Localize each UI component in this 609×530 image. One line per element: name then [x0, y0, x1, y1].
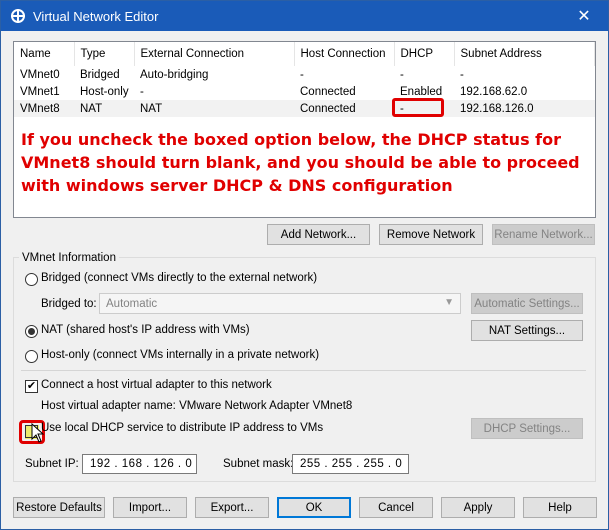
automatic-settings-button[interactable]: Automatic Settings...	[471, 293, 583, 314]
connect-adapter-checkbox[interactable]: ✔	[25, 380, 38, 393]
table-row-selected[interactable]: VMnet8 NAT NAT Connected - 192.168.126.0	[14, 100, 595, 117]
cell-name: VMnet8	[14, 100, 74, 117]
column-header-name[interactable]: Name	[14, 42, 75, 66]
column-header-type[interactable]: Type	[74, 42, 135, 66]
cell-name: VMnet0	[20, 68, 60, 81]
annotation-text: If you uncheck the boxed option below, t…	[21, 130, 580, 195]
import-button[interactable]: Import...	[113, 497, 187, 518]
restore-defaults-button[interactable]: Restore Defaults	[13, 497, 105, 518]
cell-dhcp: -	[400, 68, 404, 81]
add-network-button[interactable]: Add Network...	[267, 224, 370, 245]
table-row[interactable]: VMnet1 Host-only - Connected Enabled 192…	[14, 83, 595, 100]
network-globe-icon	[11, 9, 25, 23]
virtual-network-editor-window: Virtual Network Editor ✕ Name Type Exter…	[0, 0, 609, 530]
host-only-radio[interactable]	[25, 350, 38, 363]
cell-host-connection: -	[300, 68, 304, 81]
ok-button[interactable]: OK	[277, 497, 351, 518]
vmnet-information-legend: VMnet Information	[19, 252, 119, 264]
host-only-label[interactable]: Host-only (connect VMs internally in a p…	[41, 349, 319, 361]
bridged-to-value: Automatic	[106, 297, 158, 310]
network-table: Name Type External Connection Host Conne…	[14, 42, 595, 117]
cell-external-connection: Auto-bridging	[140, 68, 209, 81]
cell-subnet-address: -	[460, 68, 464, 81]
cell-type: Host-only	[80, 85, 129, 98]
adapter-name-label: Host virtual adapter name: VMware Networ…	[41, 400, 353, 412]
apply-button[interactable]: Apply	[441, 497, 515, 518]
remove-network-button[interactable]: Remove Network	[379, 224, 483, 245]
use-local-dhcp-label[interactable]: Use local DHCP service to distribute IP …	[41, 422, 323, 434]
nat-settings-button[interactable]: NAT Settings...	[471, 320, 583, 341]
window-title: Virtual Network Editor	[33, 8, 159, 24]
nat-radio[interactable]	[25, 325, 38, 338]
subnet-ip-input[interactable]: 192 . 168 . 126 . 0	[82, 454, 197, 474]
column-header-subnet-address[interactable]: Subnet Address	[454, 42, 595, 66]
export-button[interactable]: Export...	[195, 497, 269, 518]
bridged-radio[interactable]	[25, 273, 38, 286]
dhcp-highlight-box	[392, 98, 444, 117]
cell-host-connection: Connected	[294, 100, 394, 117]
nat-label[interactable]: NAT (shared host's IP address with VMs)	[41, 324, 250, 336]
subnet-mask-input[interactable]: 255 . 255 . 255 . 0	[292, 454, 409, 474]
column-header-host-connection[interactable]: Host Connection	[294, 42, 395, 66]
cell-type: NAT	[74, 100, 134, 117]
subnet-mask-label: Subnet mask:	[223, 458, 294, 470]
cell-type: Bridged	[80, 68, 120, 81]
bridged-to-label: Bridged to:	[41, 298, 97, 310]
column-header-external-connection[interactable]: External Connection	[134, 42, 295, 66]
close-button[interactable]: ✕	[564, 1, 604, 31]
bridged-to-select[interactable]: Automatic ▼	[99, 293, 461, 314]
title-bar[interactable]: Virtual Network Editor ✕	[1, 1, 608, 31]
bridged-label[interactable]: Bridged (connect VMs directly to the ext…	[41, 272, 317, 284]
cancel-button[interactable]: Cancel	[359, 497, 433, 518]
cell-subnet-address: 192.168.126.0	[454, 100, 595, 117]
rename-network-button[interactable]: Rename Network...	[492, 224, 595, 245]
connect-adapter-label[interactable]: Connect a host virtual adapter to this n…	[41, 379, 272, 391]
column-header-dhcp[interactable]: DHCP	[394, 42, 455, 66]
subnet-ip-label: Subnet IP:	[25, 458, 79, 470]
cell-external-connection: -	[140, 85, 144, 98]
cell-subnet-address: 192.168.62.0	[460, 85, 528, 98]
cell-host-connection: Connected	[300, 85, 356, 98]
dhcp-settings-button[interactable]: DHCP Settings...	[471, 418, 583, 439]
chevron-down-icon: ▼	[444, 297, 454, 308]
separator	[21, 370, 586, 371]
table-header-row: Name Type External Connection Host Conne…	[14, 42, 595, 66]
cell-name: VMnet1	[20, 85, 60, 98]
cell-external-connection: NAT	[134, 100, 294, 117]
help-button[interactable]: Help	[523, 497, 597, 518]
table-row[interactable]: VMnet0 Bridged Auto-bridging - - -	[14, 66, 595, 83]
